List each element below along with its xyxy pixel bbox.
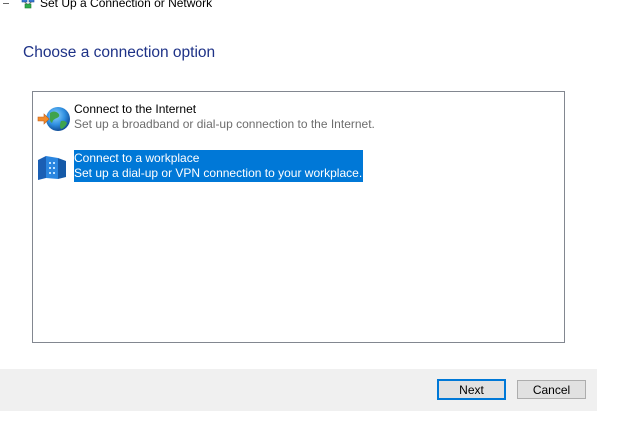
option-text: Connect to a workplace Set up a dial-up …	[74, 150, 364, 182]
option-description: Set up a dial-up or VPN connection to yo…	[74, 166, 363, 180]
option-title: Connect to the Internet	[74, 102, 197, 116]
option-title: Connect to a workplace	[74, 151, 200, 165]
option-description: Set up a broadband or dial-up connection…	[74, 117, 375, 131]
setup-connection-window: Set Up a Connection or Network Choose a …	[0, 0, 597, 422]
option-connect-internet[interactable]: Connect to the Internet Set up a broadba…	[36, 102, 375, 136]
option-connect-workplace[interactable]: Connect to a workplace Set up a dial-up …	[36, 150, 366, 184]
option-text: Connect to the Internet Set up a broadba…	[74, 102, 375, 132]
page-heading: Choose a connection option	[23, 44, 216, 61]
back-arrow-icon[interactable]	[3, 3, 9, 4]
window-title: Set Up a Connection or Network	[40, 0, 213, 10]
globe-internet-icon	[37, 107, 70, 131]
button-bar: Next Cancel	[0, 369, 597, 411]
connection-option-list[interactable]: Connect to the Internet Set up a broadba…	[32, 91, 565, 343]
cancel-button[interactable]: Cancel	[517, 380, 586, 399]
title-bar: Set Up a Connection or Network	[0, 0, 597, 12]
network-setup-icon	[21, 0, 35, 9]
workplace-connection-icon	[38, 156, 66, 180]
next-button[interactable]: Next	[437, 379, 506, 400]
